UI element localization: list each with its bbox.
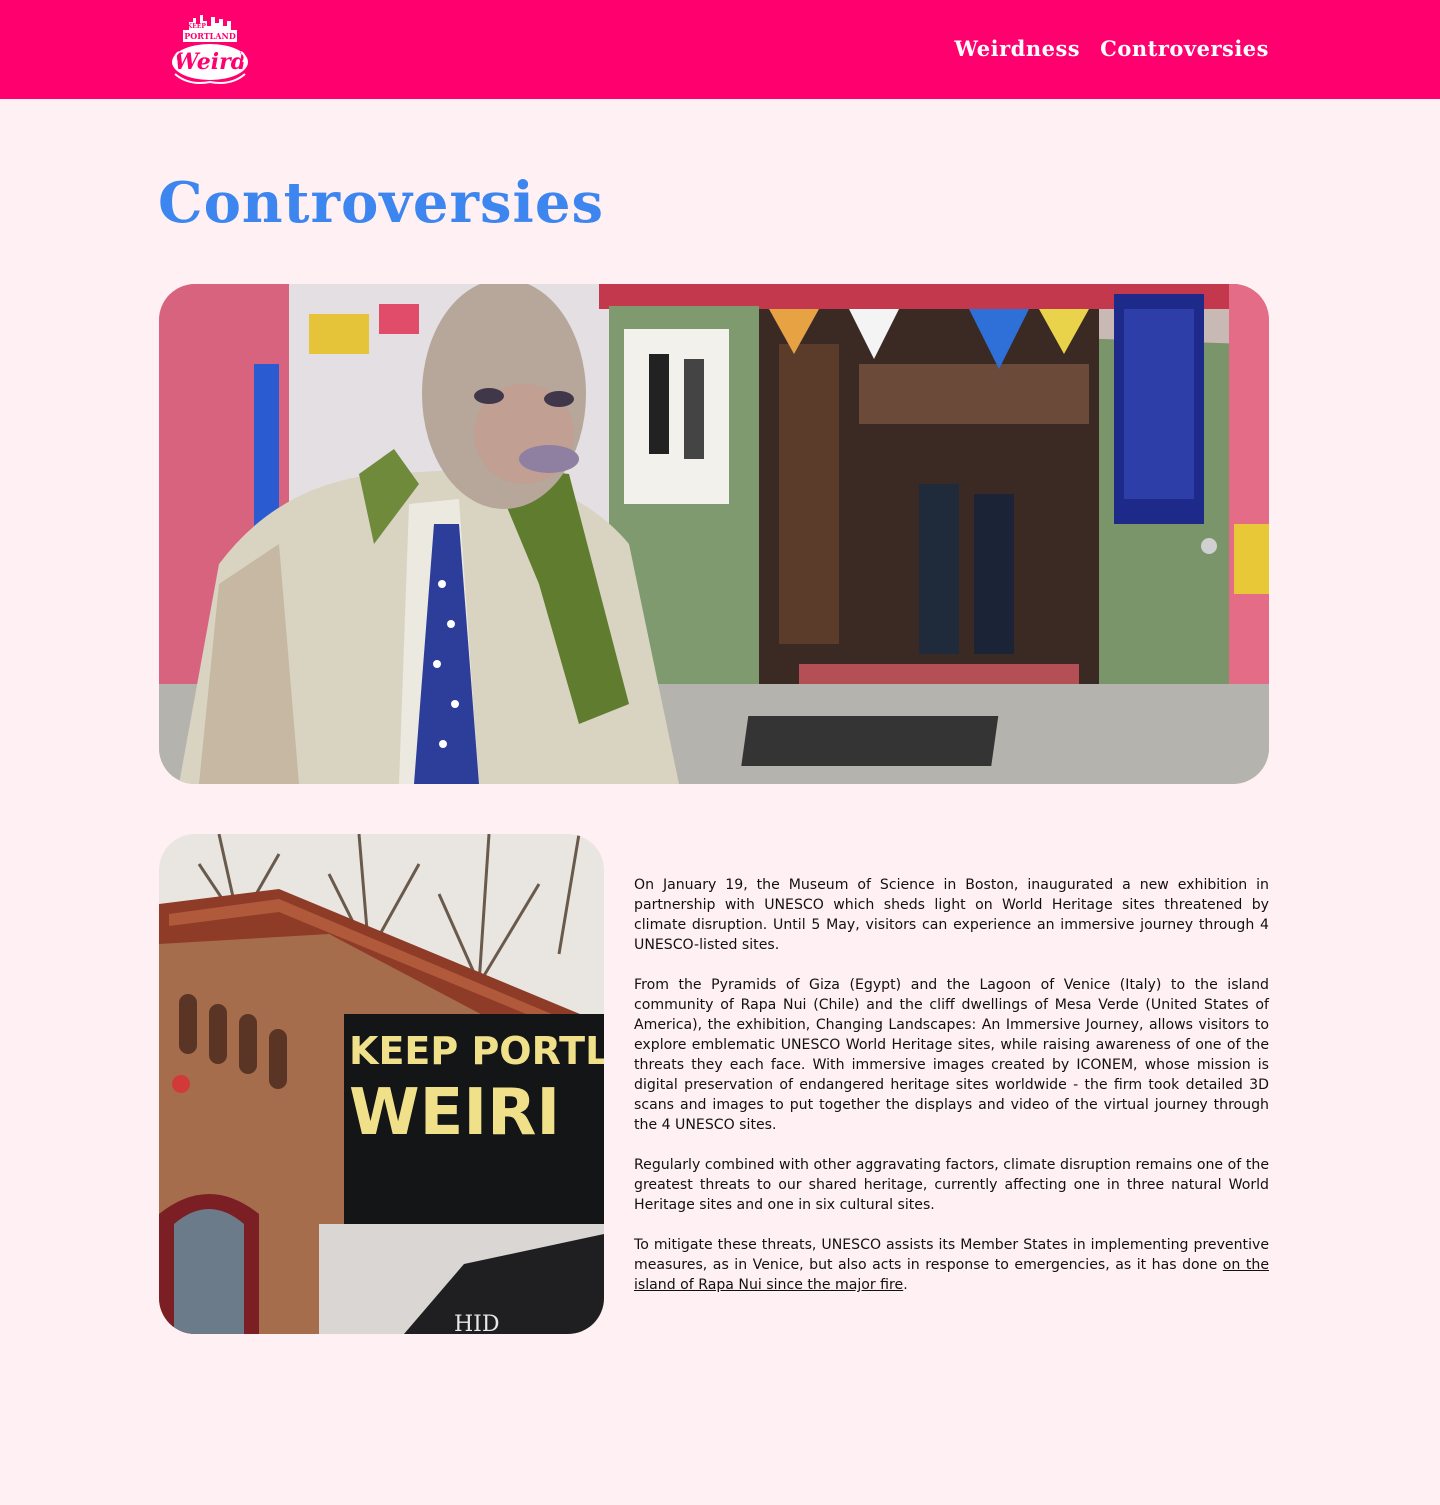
svg-text:KEEP PORTLA: KEEP PORTLA: [349, 1029, 604, 1073]
svg-text:PORTLAND: PORTLAND: [184, 31, 236, 41]
svg-text:HID: HID: [454, 1312, 500, 1334]
hero-photo: [159, 284, 1269, 784]
article-paragraph: Regularly combined with other aggravatin…: [634, 1157, 1269, 1213]
side-photo: KEEP PORTLA WEIRI HID: [159, 834, 604, 1334]
article-text: To mitigate these threats, UNESCO assist…: [634, 1237, 1269, 1273]
site-logo[interactable]: PORTLAND KEEP Weird: [169, 12, 251, 88]
hero-image: [159, 284, 1269, 784]
article-paragraph: On January 19, the Museum of Science in …: [634, 877, 1269, 953]
nav-link-weirdness[interactable]: Weirdness: [954, 34, 1080, 64]
article-body: On January 19, the Museum of Science in …: [634, 875, 1269, 1315]
svg-text:WEIRI: WEIRI: [349, 1076, 560, 1150]
svg-text:KEEP: KEEP: [187, 23, 206, 30]
site-header: PORTLAND KEEP Weird Weirdness Controvers…: [0, 0, 1440, 99]
nav-link-controversies[interactable]: Controversies: [1100, 34, 1269, 64]
keep-portland-weird-logo-icon: PORTLAND KEEP Weird: [172, 15, 248, 84]
svg-text:Weird: Weird: [174, 49, 246, 75]
page-title: Controversies: [158, 170, 604, 236]
article-text: .: [903, 1277, 908, 1293]
main-nav: Weirdness Controversies: [954, 34, 1269, 64]
article-paragraph: From the Pyramids of Giza (Egypt) and th…: [634, 977, 1269, 1133]
side-image: KEEP PORTLA WEIRI HID: [159, 834, 604, 1334]
article-paragraph: To mitigate these threats, UNESCO assist…: [634, 1235, 1269, 1295]
